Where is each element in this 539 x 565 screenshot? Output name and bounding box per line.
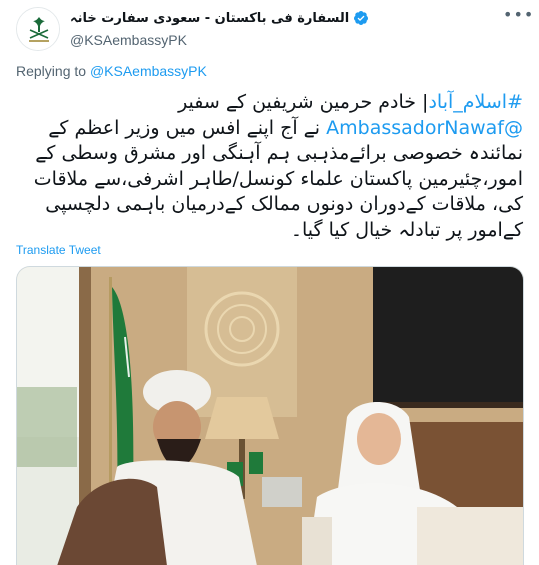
author-info: السفارة فی باکستان - سعودی سفارت خانہ @K…: [70, 8, 480, 48]
reply-handle-link[interactable]: @KSAembassyPK: [90, 63, 207, 79]
saudi-emblem-icon: [17, 8, 59, 50]
hashtag-link[interactable]: #اسلام_آباد: [428, 91, 523, 113]
translate-tweet-link[interactable]: Translate Tweet: [16, 243, 101, 257]
tweet-card: السفارة فی باکستان - سعودی سفارت خانہ @K…: [0, 0, 539, 565]
tweet-text: #اسلام_آباد| خادم حرمین شریفین کے سفیر @…: [16, 90, 523, 243]
more-horizontal-icon[interactable]: •••: [503, 7, 533, 28]
avatar[interactable]: [16, 7, 60, 51]
replying-to: Replying to @KSAembassyPK: [16, 63, 207, 79]
author-handle[interactable]: @KSAembassyPK: [70, 32, 480, 48]
reply-prefix: Replying to: [16, 63, 90, 79]
mention-link[interactable]: @AmbassadorNawaf: [326, 117, 523, 139]
name-row: السفارة فی باکستان - سعودی سفارت خانہ: [70, 8, 480, 28]
display-name[interactable]: السفارة فی باکستان - سعودی سفارت خانہ: [70, 11, 349, 26]
meeting-photo: [17, 267, 523, 565]
tweet-photo[interactable]: [16, 266, 524, 565]
verified-badge-icon: [353, 10, 369, 26]
tweet-text-part-1: | خادم حرمین شریفین کے سفیر: [178, 91, 429, 113]
